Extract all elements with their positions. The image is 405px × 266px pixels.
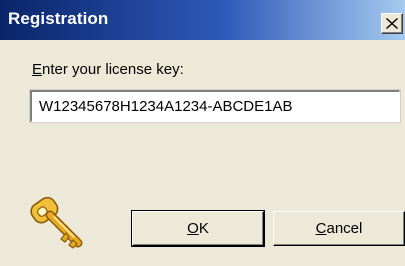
window-title: Registration [8, 9, 109, 28]
close-button[interactable] [381, 13, 403, 34]
key-icon [30, 196, 83, 249]
ok-button[interactable]: OK [131, 210, 265, 247]
ok-access-key: O [187, 220, 199, 237]
label-access-key: E [32, 61, 43, 78]
title-bar[interactable]: Registration [0, 0, 405, 40]
cancel-button[interactable]: Cancel [273, 211, 405, 246]
cancel-label: ancel [326, 220, 363, 237]
license-key-input[interactable] [29, 89, 401, 123]
cancel-access-key: C [315, 220, 327, 237]
ok-label: K [198, 220, 209, 237]
license-key-label: Enter your license key: [32, 61, 184, 78]
close-icon [386, 18, 398, 29]
label-text: nter your license key: [42, 61, 184, 78]
registration-dialog: Registration Enter your license key: OK … [0, 0, 405, 266]
